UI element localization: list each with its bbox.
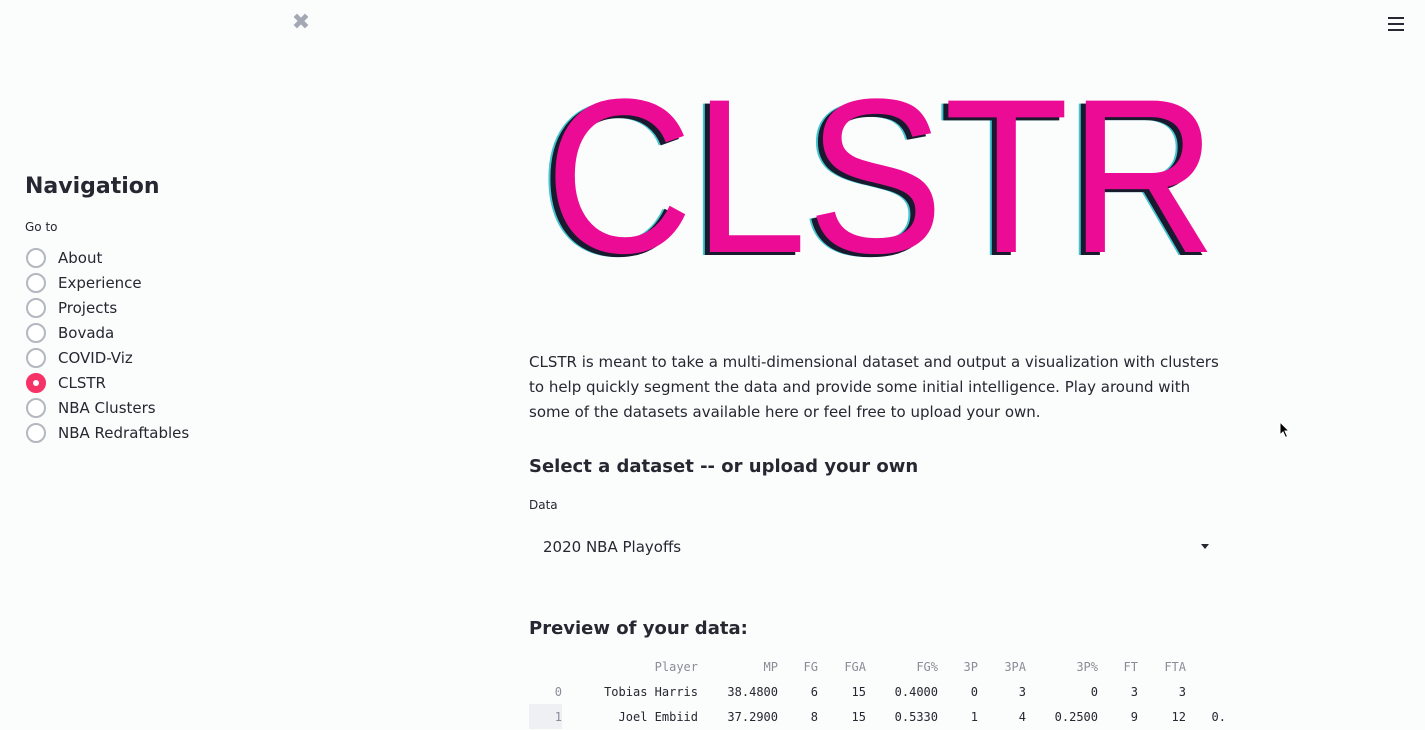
- radio-label: NBA Redraftables: [58, 423, 190, 442]
- radio-label: NBA Clusters: [58, 398, 156, 417]
- radio-item-about[interactable]: About: [26, 245, 189, 270]
- radio-circle-icon[interactable]: [26, 422, 46, 443]
- table-cell: 0.2500: [1054, 709, 1098, 724]
- dataset-select[interactable]: 2020 NBA Playoffs: [529, 528, 1219, 566]
- data-label: Data: [529, 498, 558, 512]
- column-header: FT: [1123, 660, 1138, 674]
- column-header: [1186, 655, 1226, 679]
- radio-item-projects[interactable]: Projects: [26, 295, 189, 320]
- column-header: FGA: [844, 660, 866, 674]
- navigation-title: Navigation: [25, 174, 160, 199]
- table-cell: 15: [851, 709, 866, 724]
- table-cell: 0.: [1211, 709, 1226, 724]
- table-cell: 37.2900: [727, 709, 778, 724]
- column-header: FG: [803, 660, 818, 674]
- radio-label: CLSTR: [58, 373, 106, 392]
- radio-label: COVID-Viz: [58, 348, 133, 367]
- radio-circle-icon[interactable]: [26, 397, 46, 418]
- table-cell: 8: [810, 709, 818, 724]
- column-header: 3P: [963, 660, 978, 674]
- table-cell: 0: [554, 684, 562, 699]
- radio-item-covid-viz[interactable]: COVID-Viz: [26, 345, 189, 370]
- column-header: [529, 655, 562, 679]
- radio-label: About: [58, 248, 103, 267]
- table-cell: 15: [851, 684, 866, 699]
- column-header: MP: [763, 660, 778, 674]
- dataset-selected-value: 2020 NBA Playoffs: [543, 538, 682, 556]
- table-cell: 6: [810, 684, 818, 699]
- select-dataset-heading: Select a dataset -- or upload your own: [529, 456, 919, 477]
- sidebar: ✖ Navigation Go to About Experience Proj…: [0, 0, 330, 730]
- radio-item-experience[interactable]: Experience: [26, 270, 189, 295]
- table-cell: 3: [1178, 684, 1186, 699]
- radio-item-nba-clusters[interactable]: NBA Clusters: [26, 395, 189, 420]
- table-cell: 3: [1018, 684, 1026, 699]
- navigation-radio-group: About Experience Projects Bovada COVID-V…: [26, 245, 189, 445]
- radio-circle-icon[interactable]: [26, 247, 46, 268]
- table-cell: [1186, 679, 1226, 704]
- clstr-logo: CLSTR CLSTR CLSTR: [538, 80, 1217, 270]
- table-cell: 0.5330: [894, 709, 938, 724]
- table-cell: 0.4000: [894, 684, 938, 699]
- go-to-label: Go to: [25, 220, 58, 234]
- radio-label: Projects: [58, 298, 118, 317]
- radio-label: Experience: [58, 273, 142, 292]
- table-cell: 1: [529, 704, 562, 729]
- preview-heading: Preview of your data:: [529, 618, 748, 639]
- table-header-row: Player MP FG FGA FG% 3P 3PA 3P% FT FTA: [529, 655, 1226, 679]
- radio-item-bovada[interactable]: Bovada: [26, 320, 189, 345]
- column-header: 3P%: [1076, 660, 1098, 674]
- radio-checked-icon[interactable]: [26, 372, 46, 393]
- table-cell: 0: [970, 684, 978, 699]
- column-header: 3PA: [1004, 660, 1026, 674]
- table-cell: Joel Embiid: [618, 709, 698, 724]
- radio-circle-icon[interactable]: [26, 322, 46, 343]
- close-sidebar-icon[interactable]: ✖: [290, 12, 312, 34]
- radio-item-nba-redraftables[interactable]: NBA Redraftables: [26, 420, 189, 445]
- table-cell: Tobias Harris: [604, 684, 698, 699]
- radio-circle-icon[interactable]: [26, 347, 46, 368]
- mouse-cursor-icon: [1279, 421, 1291, 439]
- table-cell: 4: [1018, 709, 1026, 724]
- column-header: Player: [654, 660, 698, 674]
- column-header: FTA: [1164, 660, 1186, 674]
- radio-circle-icon[interactable]: [26, 297, 46, 318]
- hamburger-menu-icon[interactable]: [1388, 17, 1404, 33]
- radio-label: Bovada: [58, 323, 115, 342]
- column-header: FG%: [916, 660, 938, 674]
- table-cell: 38.4800: [727, 684, 778, 699]
- radio-circle-icon[interactable]: [26, 272, 46, 293]
- table-cell: 3: [1130, 684, 1138, 699]
- table-row: 1 Joel Embiid 37.2900 8 15 0.5330 1 4 0.…: [529, 704, 1226, 729]
- radio-item-clstr[interactable]: CLSTR: [26, 370, 189, 395]
- table-row: 0 Tobias Harris 38.4800 6 15 0.4000 0 3 …: [529, 679, 1226, 704]
- table-cell: 1: [970, 709, 978, 724]
- data-preview-table: Player MP FG FGA FG% 3P 3PA 3P% FT FTA 0…: [529, 655, 1229, 730]
- chevron-down-icon[interactable]: [1201, 544, 1209, 549]
- table-cell: 9: [1130, 709, 1138, 724]
- intro-paragraph: CLSTR is meant to take a multi-dimension…: [529, 353, 1219, 421]
- table-cell: 0: [1090, 684, 1098, 699]
- logo-main-text: CLSTR: [545, 80, 1217, 270]
- table-cell: 12: [1171, 709, 1186, 724]
